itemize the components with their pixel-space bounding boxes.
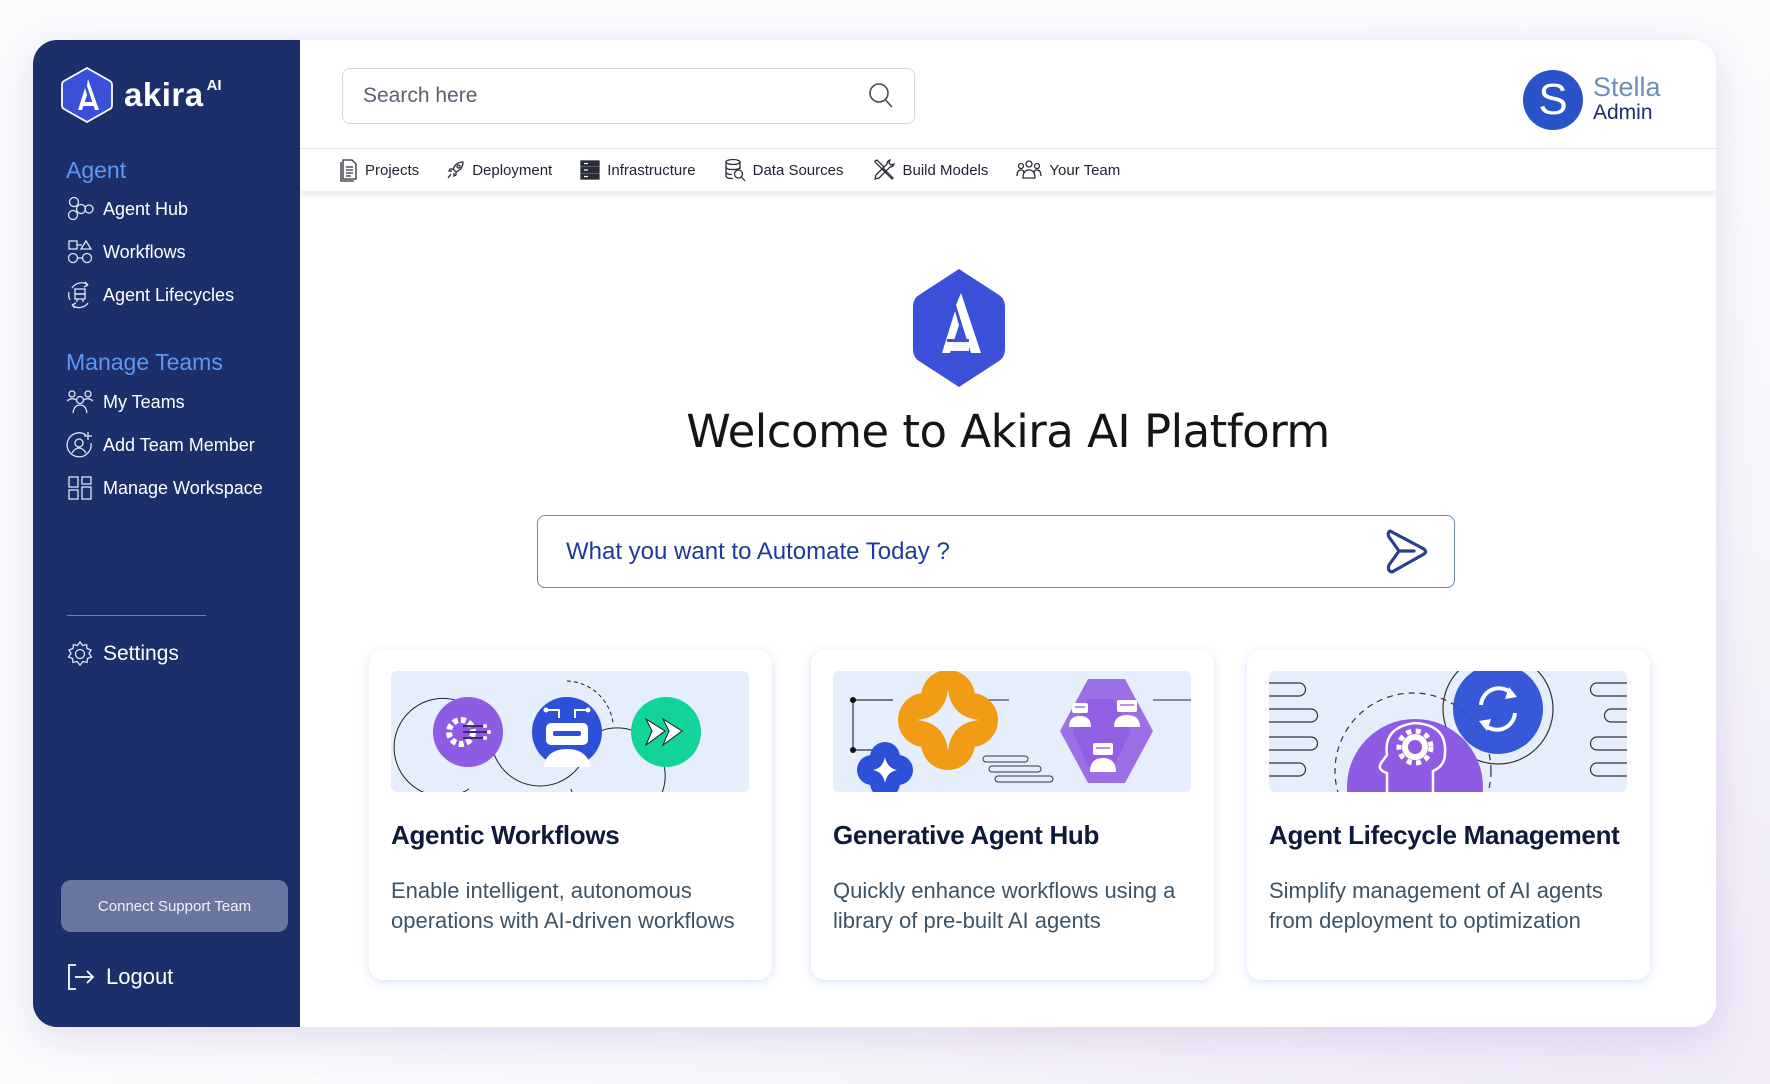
sidebar-item-agent-hub[interactable]: Agent Hub	[66, 195, 188, 223]
robot-icon	[532, 697, 602, 767]
send-icon	[1386, 528, 1428, 574]
search-box[interactable]	[342, 68, 915, 124]
gear-icon	[66, 640, 94, 668]
server-icon	[580, 160, 600, 180]
automation-prompt-input[interactable]	[566, 537, 1382, 566]
search-icon[interactable]	[868, 82, 894, 110]
fast-forward-icon	[631, 697, 701, 767]
sidebar-item-label: Add Team Member	[103, 434, 255, 455]
card-agent-lifecycle-management[interactable]: Agent Lifecycle Management Simplify mana…	[1247, 650, 1650, 980]
tab-data-sources[interactable]: Data Sources	[724, 158, 844, 182]
card-illustration	[1269, 671, 1627, 792]
tab-label: Infrastructure	[607, 161, 696, 179]
brand-name: akira	[124, 76, 204, 113]
card-description: Simplify management of AI agents from de…	[1269, 878, 1603, 933]
sidebar-item-agent-lifecycles[interactable]: Agent Lifecycles	[66, 281, 234, 309]
tab-your-team[interactable]: Your Team	[1016, 160, 1120, 180]
tab-label: Projects	[365, 161, 420, 179]
card-agentic-workflows[interactable]: Agentic Workflows Enable intelligent, au…	[369, 650, 772, 980]
document-icon	[340, 159, 357, 182]
sidebar-item-add-team-member[interactable]: Add Team Member	[66, 431, 255, 459]
top-nav-tabs: Projects Deployment Infrastructure Data …	[300, 149, 1716, 191]
refresh-cycle-icon	[1453, 671, 1543, 754]
tab-infrastructure[interactable]: Infrastructure	[580, 160, 696, 180]
akira-logo-icon	[61, 66, 113, 124]
brand-logo[interactable]: akira AI	[60, 66, 222, 124]
tools-icon	[873, 158, 895, 180]
connect-support-team-button[interactable]: Connect Support Team	[61, 880, 288, 932]
card-title: Generative Agent Hub	[833, 820, 1100, 850]
search-input[interactable]	[363, 84, 868, 108]
user-role: Admin	[1593, 101, 1653, 125]
sidebar-item-label: Agent Lifecycles	[103, 284, 235, 305]
sidebar-item-my-teams[interactable]: My Teams	[66, 388, 185, 416]
card-illustration	[391, 671, 749, 792]
app-window: akira AI Agent Agent Hub Workflows Agent …	[33, 40, 1716, 1027]
logout-icon	[68, 964, 95, 990]
card-title: Agent Lifecycle Management	[1269, 820, 1620, 850]
section-title-agent: Agent	[66, 157, 127, 183]
add-member-icon	[66, 431, 94, 459]
tab-label: Your Team	[1049, 161, 1121, 179]
tab-label: Build Models	[902, 161, 989, 179]
automation-prompt[interactable]	[537, 515, 1455, 588]
card-title: Agentic Workflows	[391, 820, 620, 850]
brand-superscript: AI	[206, 76, 222, 94]
logout-button[interactable]: Logout	[66, 962, 173, 992]
logout-label: Logout	[106, 964, 174, 989]
page-title: Welcome to Akira AI Platform	[686, 405, 1330, 458]
database-search-icon	[724, 158, 746, 182]
card-illustration	[833, 671, 1191, 792]
gear-circuit-icon	[433, 697, 503, 767]
akira-hero-logo-icon	[913, 269, 1005, 387]
sidebar-item-workflows[interactable]: Workflows	[66, 238, 186, 266]
sidebar-item-manage-workspace[interactable]: Manage Workspace	[66, 474, 263, 502]
team-hexagon-icon	[1060, 679, 1153, 783]
agent-hub-icon	[66, 195, 94, 223]
sidebar-item-label: Settings	[103, 642, 179, 665]
my-teams-icon	[66, 388, 94, 416]
card-generative-agent-hub[interactable]: Generative Agent Hub Quickly enhance wor…	[811, 650, 1214, 980]
card-description: Quickly enhance workflows using a librar…	[833, 878, 1176, 933]
avatar[interactable]: S	[1523, 70, 1583, 130]
workspace-icon	[66, 474, 94, 502]
user-name: Stella	[1593, 72, 1661, 103]
tab-projects[interactable]: Projects	[338, 158, 419, 182]
tab-deployment[interactable]: Deployment	[447, 160, 552, 180]
user-profile[interactable]: S Stella Admin	[1523, 70, 1661, 130]
section-title-manage-teams: Manage Teams	[66, 349, 223, 375]
sidebar-divider	[67, 615, 206, 616]
sparkle-icon-orange	[898, 671, 998, 770]
team-icon	[1016, 160, 1043, 179]
card-description: Enable intelligent, autonomous operation…	[391, 878, 735, 933]
rocket-icon	[447, 161, 464, 179]
sidebar-item-label: Workflows	[103, 241, 186, 262]
send-button[interactable]	[1382, 526, 1430, 578]
agent-lifecycles-icon	[66, 281, 94, 309]
tab-label: Deployment	[472, 161, 553, 179]
sidebar-item-label: Manage Workspace	[103, 477, 263, 498]
tab-label: Data Sources	[752, 161, 844, 179]
sidebar-item-label: Agent Hub	[103, 198, 189, 219]
tab-build-models[interactable]: Build Models	[872, 158, 989, 182]
sidebar: akira AI Agent Agent Hub Workflows Agent …	[33, 40, 300, 1027]
workflows-icon	[66, 238, 94, 266]
sidebar-item-settings[interactable]: Settings	[66, 640, 179, 668]
sidebar-item-label: My Teams	[103, 391, 185, 412]
